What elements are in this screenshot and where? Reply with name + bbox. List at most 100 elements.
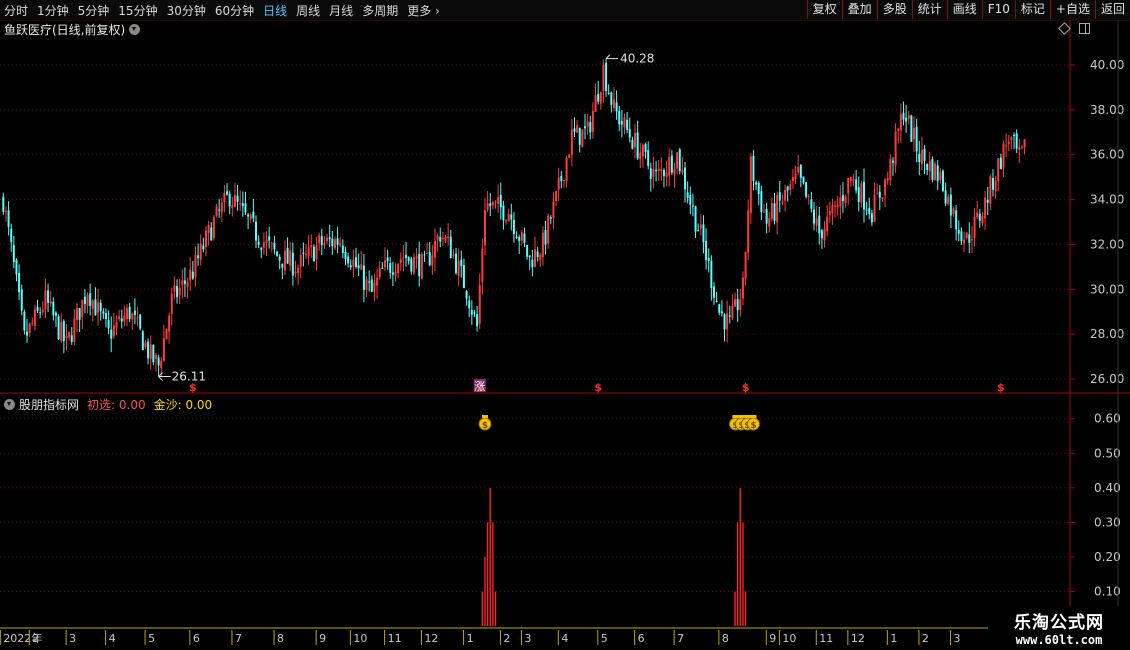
candle-body: [607, 92, 610, 94]
month-label: 12: [424, 632, 438, 645]
candle-body: [544, 229, 547, 245]
candle-body: [531, 259, 534, 268]
candle-body: [963, 239, 966, 244]
candle-body: [33, 309, 36, 326]
price-tick-label: 40.00: [1090, 58, 1124, 72]
candle-body: [81, 299, 84, 317]
candle-body: [273, 243, 276, 250]
candle-body: [373, 282, 376, 292]
candle-body: [483, 210, 486, 246]
candle-body: [768, 218, 771, 227]
candle-body: [523, 233, 526, 243]
money-bag-knot: [732, 415, 739, 418]
candle-body: [773, 203, 776, 221]
indicator-dropdown-icon[interactable]: [4, 398, 15, 410]
dropdown-circle-icon[interactable]: [129, 23, 141, 35]
candle-body: [173, 285, 176, 292]
month-label: 10: [353, 632, 367, 645]
candle-body: [355, 257, 358, 268]
candle-body: [618, 110, 621, 125]
candle-body: [1023, 139, 1026, 148]
dollar-marker: $: [742, 381, 750, 394]
indicator-title-row: 股朋指标网 初选: 0.00 金沙: 0.00: [4, 396, 212, 412]
month-label: 8: [722, 632, 729, 645]
candle-body: [918, 153, 921, 162]
candle-body: [770, 202, 773, 219]
candle-body: [834, 205, 837, 207]
candle-body: [907, 115, 910, 119]
candle-body: [1018, 147, 1021, 151]
month-label: 7: [235, 632, 242, 645]
candle-body: [226, 191, 229, 195]
candle-body: [552, 201, 555, 218]
price-tick-label: 36.00: [1090, 148, 1124, 162]
candle-body: [394, 271, 397, 276]
candle-body: [741, 277, 744, 299]
candle-body: [305, 253, 308, 255]
candle-body: [931, 159, 934, 180]
candle-body: [510, 214, 513, 220]
candle-body: [823, 228, 826, 241]
watermark: 乐淘公式网 www.60lt.com: [988, 606, 1130, 650]
candle-body: [605, 62, 608, 91]
candle-body: [576, 125, 579, 133]
candle-body: [836, 204, 839, 208]
candle-body: [863, 181, 866, 210]
candle-body: [210, 227, 213, 241]
candle-body: [233, 194, 236, 207]
candle-body: [639, 153, 642, 160]
candle-body: [215, 206, 218, 216]
candle-body: [7, 210, 10, 227]
candle-body: [515, 236, 518, 239]
candle-body: [431, 255, 434, 266]
candle-body: [849, 177, 852, 181]
kline-chart[interactable]: 40.00 38.00 36.00 34.00 32.00 30.00 28.00 26.00…: [0, 0, 1130, 650]
candle-body: [299, 254, 302, 267]
candle-body: [676, 152, 679, 169]
candle-body: [326, 237, 329, 242]
candle-body: [368, 281, 371, 283]
candle-body: [847, 177, 850, 194]
candle-body: [462, 265, 465, 289]
candle-body: [934, 163, 937, 181]
candle-body: [439, 236, 442, 242]
candle-body: [381, 267, 384, 269]
price-tick-label: 28.00: [1090, 327, 1124, 341]
month-label: 4: [561, 632, 568, 645]
candle-body: [223, 192, 226, 202]
candle-body: [886, 178, 889, 181]
diamond-icon[interactable]: [1058, 22, 1071, 35]
indicator-tick-label: 0.30: [1094, 515, 1121, 529]
candle-body: [681, 169, 684, 173]
candle-body: [644, 144, 647, 152]
candle-body: [328, 237, 331, 240]
candle-body: [231, 205, 234, 209]
candle-body: [39, 312, 42, 314]
candle-body: [186, 282, 189, 287]
money-bag-knot: [481, 415, 488, 418]
price-tick-label: 32.00: [1090, 237, 1124, 251]
candle-body: [1015, 133, 1018, 149]
candle-body: [736, 299, 739, 311]
candle-body: [739, 299, 742, 310]
candle-body: [83, 296, 86, 304]
candle-body: [239, 202, 242, 205]
candle-body: [89, 293, 92, 306]
candle-body: [247, 214, 250, 217]
candle-body: [976, 212, 979, 218]
month-label: 6: [638, 632, 645, 645]
candle-body: [1013, 134, 1016, 137]
panel-toggle-icon[interactable]: [1079, 23, 1090, 34]
candle-body: [947, 196, 950, 205]
candle-body: [807, 196, 810, 198]
candle-body: [857, 187, 860, 202]
candle-body: [518, 237, 521, 241]
candle-body: [268, 236, 271, 241]
candle-body: [86, 295, 89, 306]
candle-body: [20, 289, 23, 311]
month-label: 3: [524, 632, 531, 645]
candle-body: [402, 257, 405, 259]
candle-body: [878, 191, 881, 198]
price-tick-label: 26.00: [1090, 372, 1124, 386]
candle-body: [36, 306, 39, 311]
